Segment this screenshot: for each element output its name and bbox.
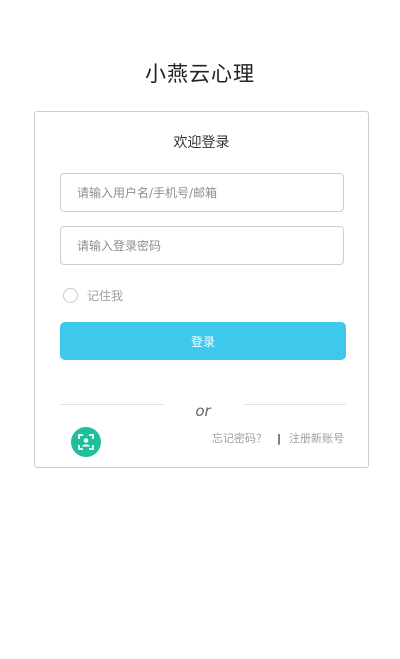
face-recognition-icon [78, 434, 94, 450]
links-separator: | [276, 431, 281, 445]
password-input[interactable] [60, 226, 344, 265]
login-button[interactable]: 登录 [60, 322, 346, 360]
remember-me-radio[interactable] [63, 287, 78, 303]
login-heading: 欢迎登录 [173, 135, 230, 151]
remember-me-toggle[interactable]: 记住我 [63, 285, 123, 305]
face-login-button[interactable] [71, 427, 101, 457]
remember-me-label: 记住我 [87, 288, 124, 303]
account-links: 忘记密码？ | 注册新账号 [212, 430, 344, 446]
forgot-password-link[interactable]: 忘记密码？ [212, 430, 267, 446]
app-title: 小燕云心理 [145, 62, 255, 86]
or-divider-text: or [195, 402, 211, 420]
username-input[interactable] [60, 173, 344, 212]
divider-right [243, 404, 346, 405]
register-link[interactable]: 注册新账号 [289, 430, 344, 446]
login-card: 欢迎登录 记住我 登录 or 忘记密码？ | 注册新账号 [34, 111, 369, 468]
divider-left [60, 404, 164, 405]
